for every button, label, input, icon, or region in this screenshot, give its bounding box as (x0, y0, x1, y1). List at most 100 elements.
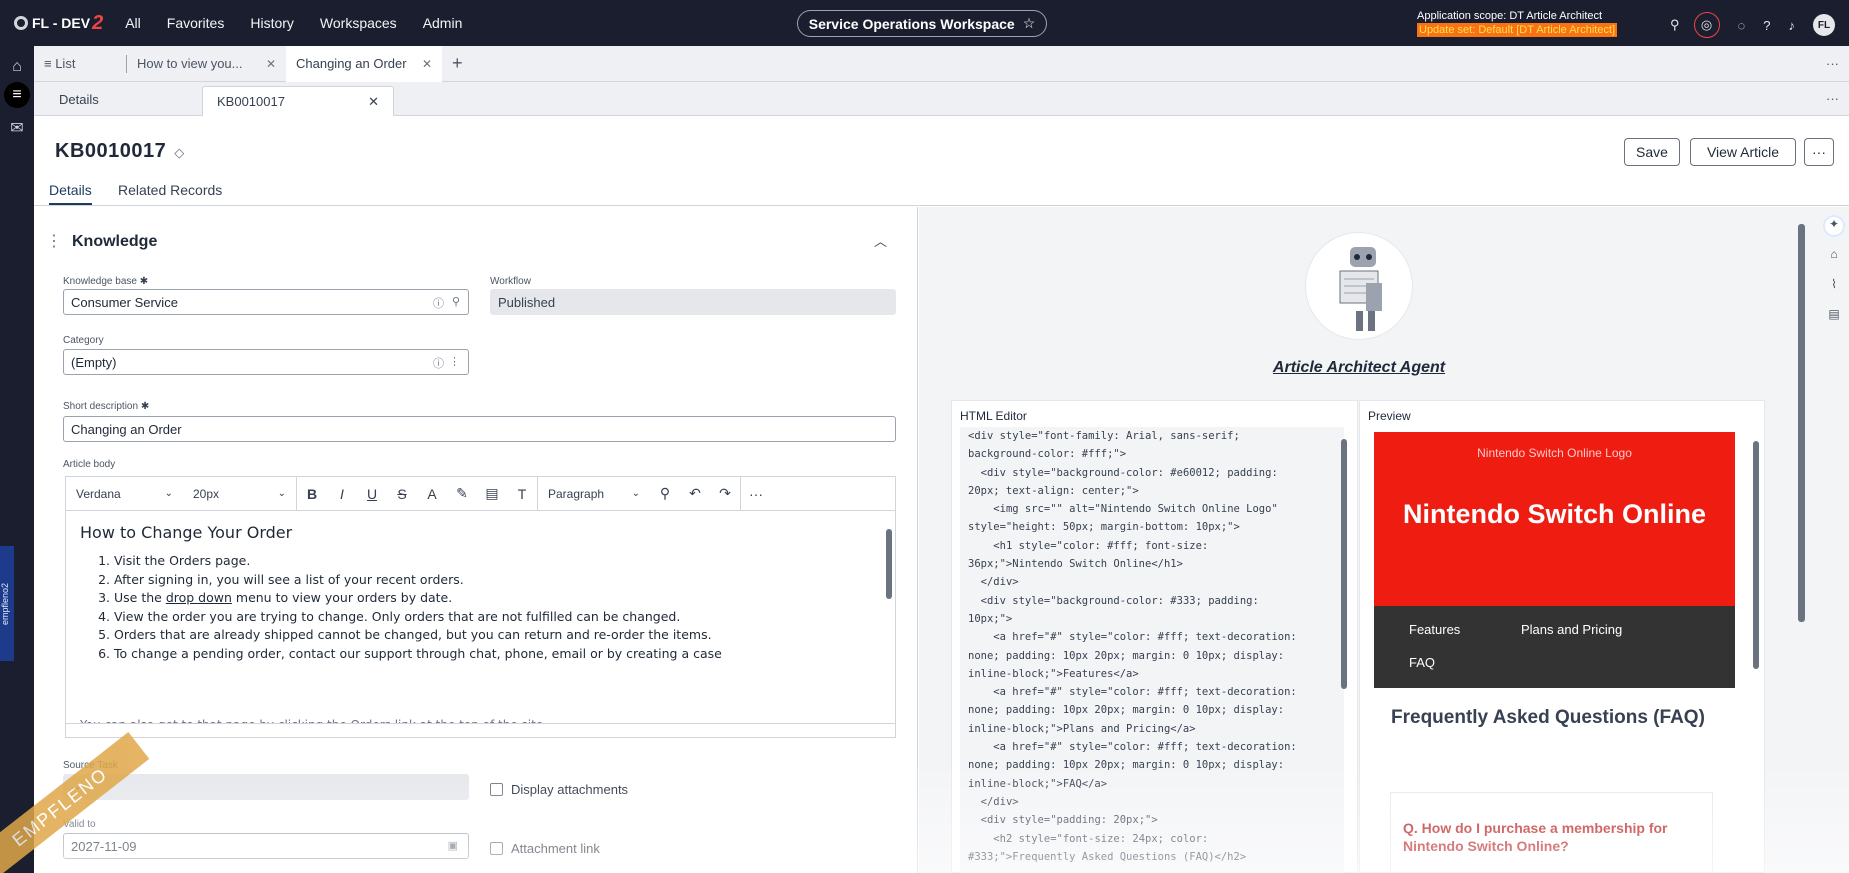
checkbox-box[interactable] (490, 783, 503, 796)
code-scrollbar[interactable] (1340, 433, 1348, 871)
close-icon[interactable]: ✕ (368, 94, 379, 110)
tab-details[interactable]: Details (59, 82, 99, 116)
calendar-icon[interactable]: ▣ (448, 839, 458, 852)
info-icon[interactable]: ⓘ (433, 295, 444, 311)
valid-to-field[interactable]: 2027-11-09 ▣ (63, 833, 469, 859)
highlight-color-icon[interactable]: ✎ (447, 485, 477, 502)
paste-icon[interactable]: ▤ (477, 485, 507, 502)
user-avatar[interactable]: FL (1813, 14, 1835, 36)
globe-icon[interactable]: ◎ (1693, 12, 1720, 38)
tab-how-to-view[interactable]: How to view you... ✕ (126, 54, 286, 73)
robot-avatar (1305, 232, 1413, 340)
workspace-tab-strip: ≡ List How to view you... ✕ Changing an O… (34, 45, 1849, 82)
help-icon[interactable]: ? (1763, 18, 1770, 33)
nav-history[interactable]: History (250, 15, 294, 31)
logo[interactable]: FL - DEV 2 (14, 12, 103, 35)
bell-icon[interactable]: ♪ (1789, 18, 1796, 33)
category-field[interactable]: (Empty) ⓘ ⋮ (63, 349, 469, 375)
search-icon[interactable]: ⚲ (452, 295, 460, 308)
redo-icon[interactable]: ↷ (710, 485, 740, 502)
underline-icon[interactable]: U (357, 486, 387, 502)
preview-link-faq[interactable]: FAQ (1409, 655, 1435, 670)
font-size-select[interactable]: 20px ⌄ (183, 487, 296, 501)
add-tab-icon[interactable]: + (452, 53, 463, 74)
save-button[interactable]: Save (1624, 138, 1680, 166)
preview-question-card: Q. How do I purchase a membership for Ni… (1390, 792, 1713, 873)
short-description-field[interactable]: Changing an Order (63, 416, 896, 442)
bold-icon[interactable]: B (297, 486, 327, 502)
tab-form-details[interactable]: Details (49, 182, 92, 205)
favorite-star-icon[interactable]: ☆ (1023, 15, 1036, 32)
html-code[interactable]: <div style="font-family: Arial, sans-ser… (968, 427, 1328, 866)
editor-resize-handle[interactable] (66, 723, 895, 737)
panel-scrollbar[interactable] (1797, 212, 1806, 622)
more-icon[interactable]: ··· (1826, 56, 1839, 71)
attachment-link-checkbox[interactable]: Attachment link (490, 841, 600, 856)
valid-to-value: 2027-11-09 (71, 839, 137, 854)
display-attachments-checkbox[interactable]: Display attachments (490, 782, 628, 797)
info-icon[interactable]: ⓘ (433, 355, 444, 371)
drag-handle-icon[interactable]: ⋮ (46, 233, 62, 250)
preview-link-plans[interactable]: Plans and Pricing (1521, 622, 1622, 637)
nav-favorites[interactable]: Favorites (167, 15, 225, 31)
more-icon[interactable]: ··· (741, 486, 771, 502)
tab-list[interactable]: ≡ List (34, 46, 126, 82)
preview-scrollbar[interactable] (1752, 433, 1760, 871)
more-icon[interactable]: ··· (1826, 91, 1839, 106)
close-icon[interactable]: ✕ (422, 57, 432, 71)
search-icon[interactable]: ⚲ (650, 485, 680, 502)
undo-icon[interactable]: ↶ (680, 485, 710, 502)
scrollbar-thumb[interactable] (886, 529, 892, 599)
chat-icon[interactable]: ◌ (1738, 18, 1746, 33)
tree-picker-icon[interactable]: ⋮ (449, 355, 460, 368)
list-item: To change a pending order, contact our s… (114, 645, 870, 664)
strikethrough-icon[interactable]: S (387, 486, 417, 502)
editor-scrollbar[interactable] (885, 515, 893, 715)
tab-changing-an-order[interactable]: Changing an Order ✕ (286, 45, 442, 82)
search-icon[interactable]: ⚲ (1670, 17, 1680, 33)
logo-number: 2 (92, 11, 104, 34)
preview-link-features[interactable]: Features (1409, 622, 1460, 637)
document-icon[interactable]: ▤ (1825, 307, 1843, 325)
workspace-title-pill[interactable]: Service Operations Workspace ☆ (797, 10, 1047, 37)
tab-label: Changing an Order (296, 56, 407, 71)
list-icon[interactable]: ≡ (4, 82, 30, 108)
agent-title[interactable]: Article Architect Agent (919, 359, 1799, 377)
editor-content[interactable]: How to Change Your Order Visit the Order… (80, 523, 870, 723)
home-icon[interactable]: ⌂ (4, 54, 30, 80)
clear-format-icon[interactable]: T (507, 486, 537, 502)
html-editor-pane: HTML Editor <div style="font-family: Ari… (951, 400, 1358, 873)
preview-pane: Preview Nintendo Switch Online Logo Nint… (1359, 400, 1765, 873)
application-scope[interactable]: Application scope: DT Article Architect … (1417, 9, 1618, 37)
section-header[interactable]: ⋮ Knowledge (46, 231, 157, 251)
scrollbar-thumb[interactable] (1753, 441, 1759, 669)
side-badge[interactable]: empfleno2 (0, 546, 14, 661)
text-color-icon[interactable]: A (417, 486, 447, 502)
more-actions-button[interactable]: ··· (1804, 138, 1834, 166)
nav-admin[interactable]: Admin (423, 15, 463, 31)
paperclip-icon[interactable]: ⌇ (1825, 277, 1843, 295)
chevron-up-icon[interactable]: ︿ (874, 231, 887, 250)
close-icon[interactable]: ✕ (266, 57, 276, 71)
checkbox-box[interactable] (490, 842, 503, 855)
list-menu-icon: ≡ (44, 56, 56, 71)
font-family-select[interactable]: Verdana ⌄ (66, 487, 183, 501)
italic-icon[interactable]: I (327, 486, 357, 502)
view-article-button[interactable]: View Article (1690, 138, 1796, 166)
tab-record[interactable]: KB0010017 ✕ (202, 86, 394, 116)
nav-all[interactable]: All (125, 15, 141, 31)
drop-down-link[interactable]: drop down (166, 590, 232, 605)
scrollbar-thumb[interactable] (1798, 224, 1805, 622)
tag-icon[interactable]: ◇ (174, 145, 185, 160)
inbox-icon[interactable]: ✉ (4, 116, 30, 142)
sparkle-icon[interactable]: ✦ (1825, 217, 1843, 235)
top-icons: ⚲ ◎ ◌ ? ♪ FL (1652, 12, 1835, 38)
tab-related-records[interactable]: Related Records (118, 182, 222, 198)
form-tabs: Details Related Records (34, 178, 1849, 206)
nav-workspaces[interactable]: Workspaces (320, 15, 397, 31)
knowledge-base-field[interactable]: Consumer Service ⓘ ⚲ (63, 289, 469, 315)
knowledge-icon[interactable]: ⌂ (1825, 247, 1843, 265)
scrollbar-thumb[interactable] (1341, 439, 1347, 689)
scope-line: Application scope: DT Article Architect (1417, 10, 1603, 22)
block-format-select[interactable]: Paragraph ⌄ (538, 487, 650, 501)
